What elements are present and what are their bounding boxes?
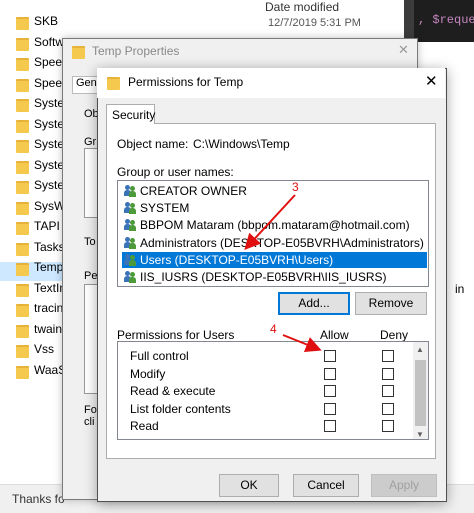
annotation-arrow-4 bbox=[282, 334, 322, 352]
annotation-arrow-3 bbox=[244, 194, 296, 250]
annotation-marker-3: 3 bbox=[292, 180, 299, 194]
annotation-marker-4: 4 bbox=[270, 322, 277, 336]
annotation-overlay bbox=[244, 194, 322, 352]
